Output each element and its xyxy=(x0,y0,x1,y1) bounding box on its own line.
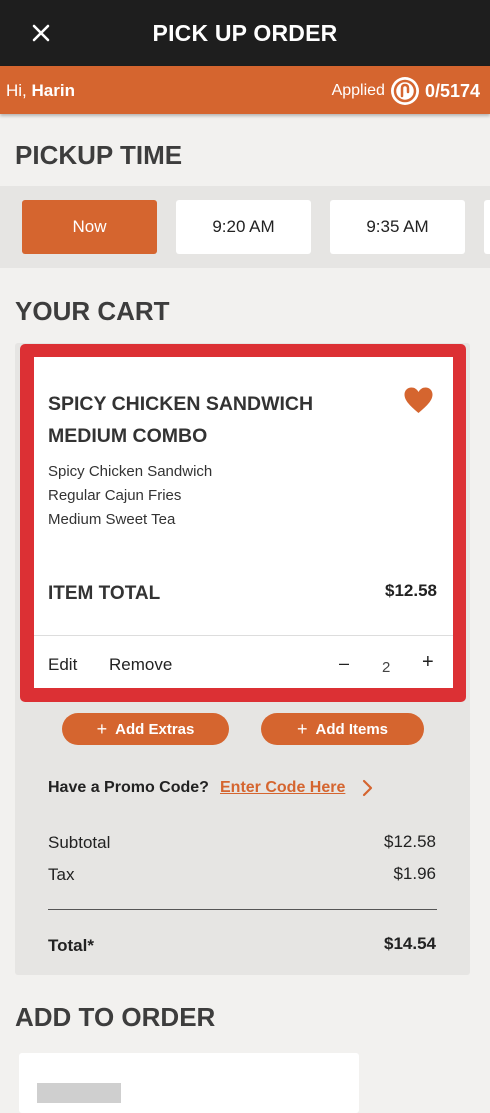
subtotal-label: Subtotal xyxy=(48,833,111,852)
item-components: Spicy Chicken Sandwich Regular Cajun Fri… xyxy=(48,460,212,532)
tax-value: $1.96 xyxy=(393,864,436,883)
greeting-text: Hi, xyxy=(6,81,27,100)
tax-label: Tax xyxy=(48,865,75,884)
item-divider xyxy=(34,635,453,636)
add-to-order-card[interactable] xyxy=(19,1053,359,1113)
time-option-935[interactable]: 9:35 AM xyxy=(330,200,465,254)
points-count: 0/5174 xyxy=(424,80,480,101)
greeting: Hi, Harin xyxy=(6,81,75,101)
total-label: Total* xyxy=(48,936,94,955)
add-extras-button[interactable]: + Add Extras xyxy=(62,713,229,745)
time-option-next[interactable] xyxy=(484,200,490,254)
rewards-status[interactable]: Applied 0/5174 xyxy=(332,77,480,105)
enter-code-link[interactable]: Enter Code Here xyxy=(220,779,345,797)
user-name: Harin xyxy=(31,81,75,100)
summary-divider xyxy=(48,909,437,910)
edit-button[interactable]: Edit xyxy=(48,655,77,675)
component-fries: Regular Cajun Fries xyxy=(48,487,182,504)
item-total-value: $12.58 xyxy=(385,581,437,600)
item-name: SPICY CHICKEN SANDWICH MEDIUM COMBO xyxy=(48,393,314,447)
add-to-order-heading: ADD TO ORDER xyxy=(15,1002,216,1032)
add-extras-label: Add Extras xyxy=(115,720,195,738)
remove-button[interactable]: Remove xyxy=(109,655,172,675)
user-bar: Hi, Harin Applied 0/5174 xyxy=(0,66,490,114)
pickup-time-selector: Now 9:20 AM 9:35 AM xyxy=(0,186,490,268)
your-cart-heading: YOUR CART xyxy=(15,296,170,326)
rewards-icon xyxy=(390,77,419,105)
quantity-value: 2 xyxy=(382,659,391,676)
product-thumbnail xyxy=(37,1083,121,1103)
top-bar: PICK UP ORDER xyxy=(0,0,490,66)
subtotal-value: $12.58 xyxy=(384,832,436,851)
page-title: PICK UP ORDER xyxy=(152,20,338,46)
component-drink: Medium Sweet Tea xyxy=(48,511,176,528)
add-items-button[interactable]: + Add Items xyxy=(261,713,424,745)
quantity-increment-button[interactable]: + xyxy=(422,651,434,674)
plus-icon: + xyxy=(96,719,108,739)
time-option-920[interactable]: 9:20 AM xyxy=(176,200,311,254)
promo-label: Have a Promo Code? xyxy=(48,779,209,796)
cart-item: SPICY CHICKEN SANDWICH MEDIUM COMBO Spic… xyxy=(34,357,453,688)
component-sandwich: Spicy Chicken Sandwich xyxy=(48,463,213,480)
time-option-now[interactable]: Now xyxy=(22,200,157,254)
chevron-right-icon[interactable] xyxy=(361,779,373,797)
item-total-label: ITEM TOTAL xyxy=(48,583,161,604)
add-items-label: Add Items xyxy=(315,720,389,738)
pickup-time-heading: PICKUP TIME xyxy=(15,140,183,170)
applied-label: Applied xyxy=(331,82,385,99)
plus-icon: + xyxy=(296,719,308,739)
total-value: $14.54 xyxy=(384,934,436,953)
quantity-decrement-button[interactable]: – xyxy=(339,653,349,674)
heart-icon[interactable] xyxy=(404,387,433,414)
